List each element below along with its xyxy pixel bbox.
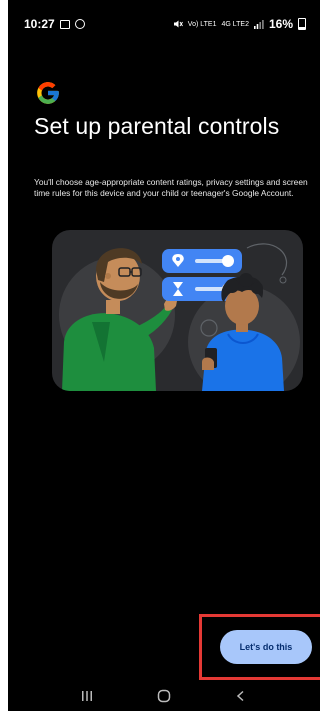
status-right: Vo) LTE1 4G LTE2 16% xyxy=(173,17,306,31)
description-text: You'll choose age-appropriate content ra… xyxy=(34,177,308,198)
home-icon[interactable] xyxy=(149,686,179,706)
page-title: Set up parental controls xyxy=(34,113,280,139)
parental-controls-illustration xyxy=(52,230,303,391)
status-left: 10:27 xyxy=(24,17,85,31)
phone-screen: 10:27 Vo) LTE1 4G LTE2 16% Set up parent… xyxy=(8,0,320,711)
navigation-bar xyxy=(8,681,320,711)
recents-icon[interactable] xyxy=(72,686,102,706)
battery-percent: 16% xyxy=(268,17,293,31)
lets-do-this-button[interactable]: Let's do this xyxy=(220,630,312,664)
lte-label: 4G LTE2 xyxy=(221,20,249,28)
signal-icon xyxy=(253,20,264,29)
status-time: 10:27 xyxy=(24,17,55,31)
status-bar: 10:27 Vo) LTE1 4G LTE2 16% xyxy=(8,0,320,48)
volte-icon: Vo) LTE1 xyxy=(188,21,217,28)
image-icon xyxy=(59,19,70,29)
lte-icon: 4G LTE2 xyxy=(221,21,249,28)
volte-label: Vo) LTE1 xyxy=(187,20,217,28)
google-g-icon xyxy=(37,82,59,104)
mute-icon xyxy=(173,20,183,28)
battery-icon xyxy=(298,18,306,30)
illustration-art xyxy=(59,243,300,391)
whatsapp-icon xyxy=(74,19,85,29)
back-icon[interactable] xyxy=(226,686,256,706)
